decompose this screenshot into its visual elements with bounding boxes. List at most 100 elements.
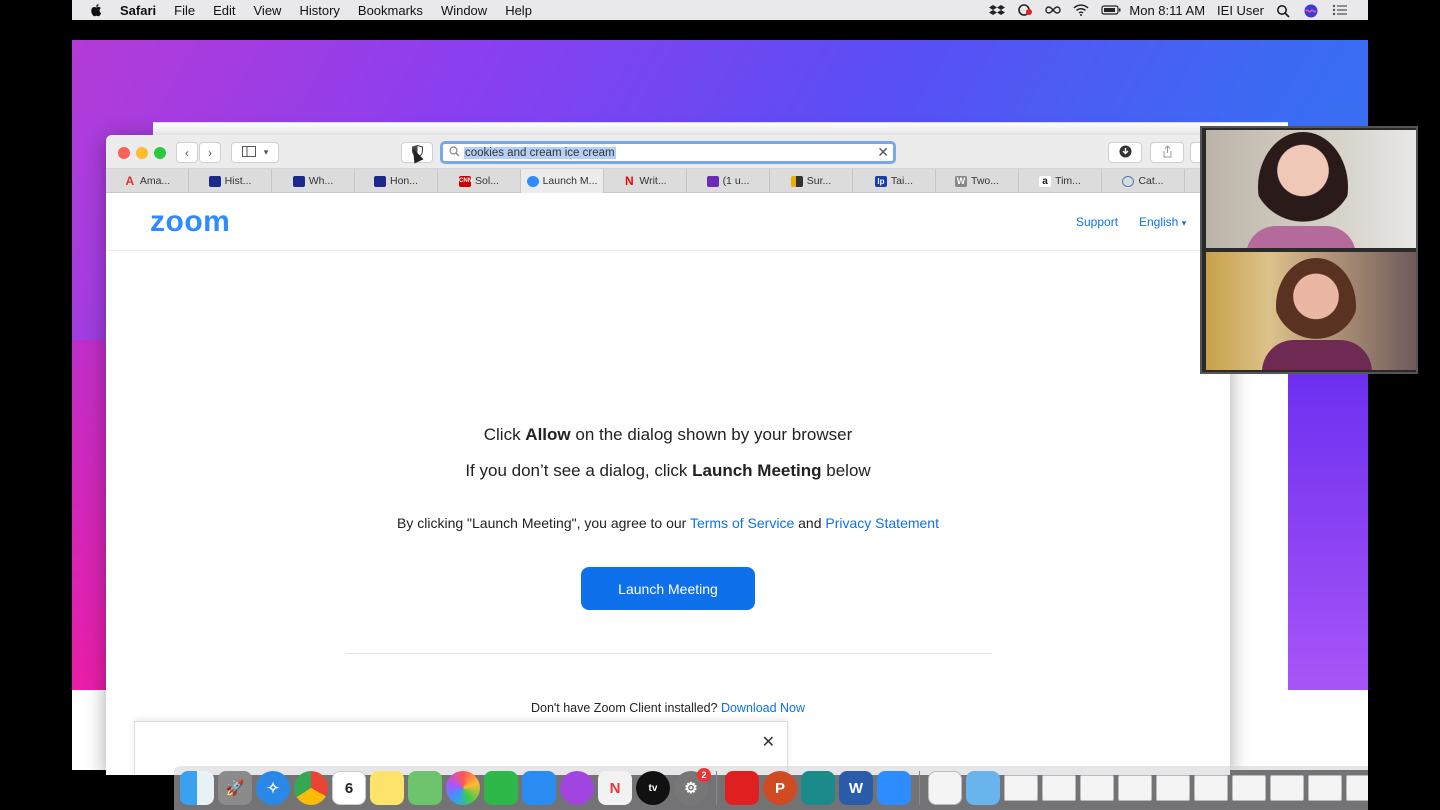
minimized-window-thumbnail[interactable] <box>1194 775 1228 801</box>
menu-safari[interactable]: Safari <box>120 3 156 18</box>
participant-shirt <box>1246 226 1356 248</box>
window-close-button[interactable] <box>118 147 130 159</box>
dropbox-icon[interactable] <box>989 4 1006 16</box>
tab-mail[interactable]: (1 u... <box>687 169 770 193</box>
spotlight-search-icon[interactable] <box>1276 4 1292 18</box>
word-icon[interactable]: W <box>839 771 873 805</box>
minimized-window-thumbnail[interactable] <box>1308 775 1342 801</box>
tab-survey[interactable]: Sur... <box>770 169 853 193</box>
address-bar-text[interactable]: cookies and cream ice cream <box>464 146 616 159</box>
menu-help[interactable]: Help <box>505 3 532 18</box>
downloads-button[interactable] <box>1108 142 1142 163</box>
minimized-window-thumbnail[interactable] <box>1118 775 1152 801</box>
safari-icon[interactable]: ✧ <box>256 771 290 805</box>
tab-history[interactable]: Hist... <box>189 169 272 193</box>
terms-agreement: By clicking "Launch Meeting", you agree … <box>397 515 939 531</box>
close-icon[interactable]: ✕ <box>762 732 775 752</box>
window-zoom-button[interactable] <box>154 147 166 159</box>
menu-file[interactable]: File <box>174 3 195 18</box>
launchpad-icon[interactable]: 🚀 <box>218 771 252 805</box>
folder-icon[interactable] <box>966 771 1000 805</box>
tab-amazon[interactable]: A Ama... <box>106 169 189 193</box>
minimized-window-thumbnail[interactable] <box>1156 775 1190 801</box>
clear-icon[interactable]: ✕ <box>877 144 889 161</box>
notification-center-icon[interactable] <box>1332 4 1348 16</box>
tab-cat[interactable]: Cat... <box>1102 169 1185 193</box>
menu-bookmarks[interactable]: Bookmarks <box>358 3 423 18</box>
terms-of-service-link[interactable]: Terms of Service <box>690 515 794 531</box>
notes-icon[interactable] <box>370 771 404 805</box>
language-dropdown[interactable]: English ▾ <box>1139 215 1186 229</box>
participant-video-2[interactable] <box>1206 252 1416 370</box>
calendar-icon[interactable]: 6 <box>332 771 366 805</box>
tab-two[interactable]: W Two... <box>936 169 1019 193</box>
menubar-user[interactable]: IEI User <box>1217 3 1264 18</box>
tab-launch-meeting[interactable]: Launch M... <box>521 169 604 193</box>
system-preferences-icon[interactable]: ⚙ 2 <box>674 768 711 805</box>
zoom-logo[interactable]: zoom <box>150 205 230 239</box>
status-area: Mon 8:11 AM IEI User <box>989 3 1348 18</box>
dock-separator <box>716 771 717 805</box>
window-minimize-button[interactable] <box>136 147 148 159</box>
zoom-icon[interactable] <box>877 771 911 805</box>
menu-window[interactable]: Window <box>441 3 487 18</box>
amazon-icon: a <box>1039 175 1052 187</box>
tab-hon[interactable]: Hon... <box>355 169 438 193</box>
tab-wh[interactable]: Wh... <box>272 169 355 193</box>
menu-view[interactable]: View <box>254 3 282 18</box>
sidebar-toggle-button[interactable]: ▾ <box>231 142 279 163</box>
maps-icon[interactable] <box>408 771 442 805</box>
acrobat-icon[interactable] <box>725 771 759 805</box>
apple-tv-icon[interactable]: tv <box>636 771 670 805</box>
share-icon <box>1162 144 1173 161</box>
webex-icon[interactable] <box>801 771 835 805</box>
siri-icon[interactable] <box>1304 4 1320 18</box>
news-icon[interactable]: N <box>598 771 632 805</box>
download-icon <box>1119 145 1132 161</box>
infinity-icon[interactable] <box>1045 4 1062 16</box>
download-now-link[interactable]: Download Now <box>721 701 805 715</box>
privacy-statement-link[interactable]: Privacy Statement <box>825 515 939 531</box>
back-button[interactable]: ‹ <box>176 142 198 163</box>
minimized-window-thumbnail[interactable] <box>1042 775 1076 801</box>
photos-icon[interactable] <box>446 771 480 805</box>
amazon-a-icon: A <box>125 173 135 188</box>
document-icon[interactable] <box>928 771 962 805</box>
tab-netflix[interactable]: N Writ... <box>604 169 687 193</box>
apple-menu-icon[interactable] <box>90 3 104 17</box>
share-button[interactable] <box>1150 142 1184 163</box>
menu-history[interactable]: History <box>299 3 339 18</box>
address-bar[interactable]: cookies and cream ice cream ✕ <box>440 141 896 164</box>
chevron-left-icon: ‹ <box>185 145 189 160</box>
forward-button[interactable]: › <box>199 142 221 163</box>
menubar-clock[interactable]: Mon 8:11 AM <box>1129 3 1205 18</box>
keynote-icon[interactable] <box>522 771 556 805</box>
support-link[interactable]: Support <box>1076 215 1118 229</box>
participant-video-1[interactable] <box>1206 130 1416 248</box>
creative-cloud-icon[interactable] <box>1017 4 1033 16</box>
powerpoint-icon[interactable]: P <box>763 771 797 805</box>
finder-icon[interactable] <box>180 771 214 805</box>
tab-cnn[interactable]: CNN Sol... <box>438 169 521 193</box>
wifi-icon[interactable] <box>1073 4 1089 16</box>
black-band <box>72 20 1368 40</box>
launch-meeting-button[interactable]: Launch Meeting <box>581 567 755 610</box>
history-favicon <box>208 175 221 187</box>
chrome-icon[interactable] <box>294 771 328 805</box>
battery-icon[interactable] <box>1101 4 1121 16</box>
download-prompt: Don't have Zoom Client installed? Downlo… <box>530 701 806 715</box>
facetime-icon[interactable] <box>484 771 518 805</box>
minimized-window-thumbnail[interactable] <box>1004 775 1038 801</box>
minimized-window-thumbnail[interactable] <box>1080 775 1114 801</box>
minimized-window-thumbnail[interactable] <box>1346 775 1368 801</box>
tab-lp[interactable]: lp Tai... <box>853 169 936 193</box>
podcasts-icon[interactable] <box>560 771 594 805</box>
minimized-window-thumbnail[interactable] <box>1270 775 1304 801</box>
minimized-window-thumbnail[interactable] <box>1232 775 1266 801</box>
menu-edit[interactable]: Edit <box>213 3 235 18</box>
caret-down-icon: ▾ <box>1181 218 1187 228</box>
survey-icon <box>790 175 803 187</box>
tab-bar: A Ama... Hist... Wh... Hon... CNN Sol... L… <box>106 169 1230 193</box>
w-icon: W <box>954 175 967 187</box>
tab-tim[interactable]: a Tim... <box>1019 169 1102 193</box>
